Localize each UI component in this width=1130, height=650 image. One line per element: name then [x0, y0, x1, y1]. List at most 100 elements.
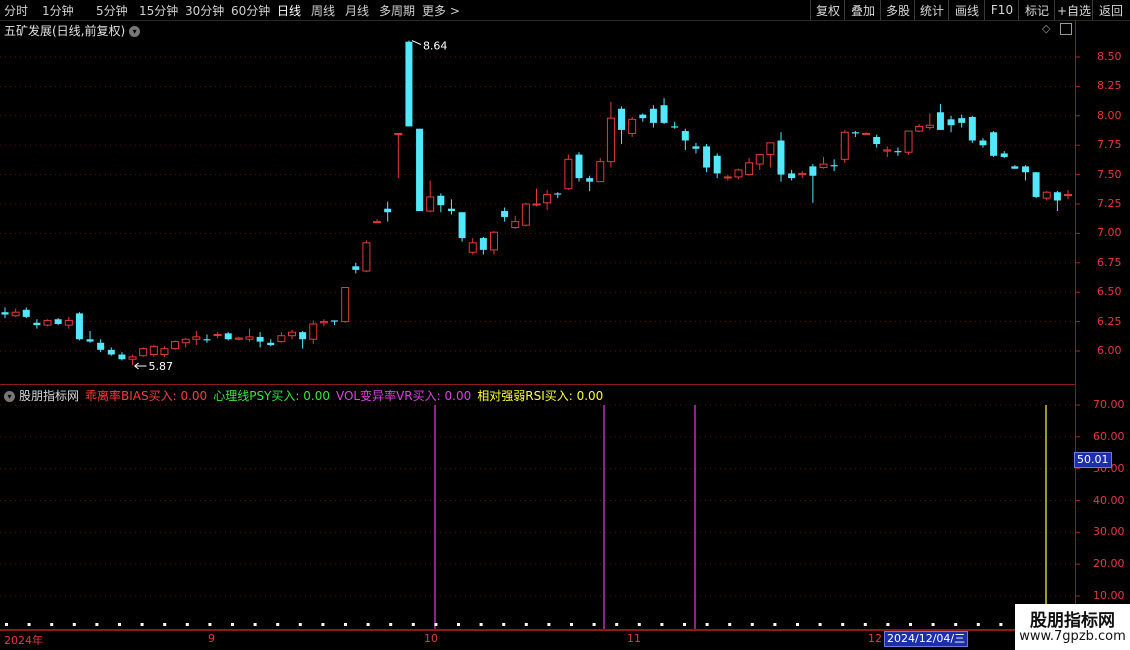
candle-body: [766, 142, 775, 156]
candle-body: [798, 172, 807, 176]
candle-body: [479, 238, 487, 250]
baseline-dot: [976, 623, 980, 626]
baseline-dot: [434, 623, 438, 626]
candle-body: [681, 131, 689, 141]
candle-body: [511, 221, 520, 229]
candle-body: [755, 154, 764, 165]
baseline-dot: [841, 623, 845, 626]
baseline-dot: [140, 623, 144, 626]
baseline-dot: [705, 623, 709, 626]
candle-body: [489, 231, 498, 251]
baseline-dot: [728, 623, 732, 626]
candle-body: [958, 118, 966, 123]
baseline-dot: [208, 623, 212, 626]
candle-body: [904, 130, 913, 153]
candle-body: [979, 140, 987, 146]
candle-body: [830, 165, 838, 167]
candle-body: [118, 354, 126, 360]
candle-body: [692, 146, 700, 149]
candle-body: [352, 266, 360, 270]
baseline-dot: [457, 623, 460, 626]
baseline-dot: [276, 623, 280, 626]
candle-body: [245, 336, 254, 340]
candle-body: [713, 155, 721, 174]
candle-body: [394, 132, 403, 135]
candle-body: [564, 158, 573, 190]
candle-body: [596, 161, 605, 183]
candle-body: [86, 339, 94, 342]
candle-body: [160, 348, 169, 356]
candle-body: [256, 336, 264, 342]
candle-body: [299, 332, 307, 340]
watermark-title: 股朋指标网: [1030, 611, 1115, 631]
candle-body: [1053, 192, 1061, 201]
baseline-dot: [118, 623, 121, 626]
candle-body: [43, 319, 52, 326]
baseline-dot: [231, 623, 234, 626]
candle-body: [373, 221, 382, 224]
candle-body: [192, 336, 201, 340]
candle-body: [554, 193, 562, 195]
candle-body: [1000, 153, 1008, 157]
candle-body: [224, 333, 232, 340]
baseline-dot: [637, 623, 641, 626]
baseline-dot: [185, 623, 189, 626]
candle-body: [925, 124, 934, 129]
candle-body: [1042, 191, 1051, 199]
candle-body: [416, 128, 424, 212]
candle-body: [267, 342, 275, 346]
high-marker-arrow: [411, 40, 422, 45]
candle-body: [64, 319, 73, 326]
candle-body: [777, 140, 785, 175]
candle-body: [149, 345, 158, 356]
candle-body: [586, 178, 594, 182]
baseline-dot: [411, 623, 415, 626]
baseline-dot: [298, 623, 302, 626]
candle-body: [1, 312, 9, 315]
baseline-dot: [909, 623, 912, 626]
candle-body: [181, 338, 190, 344]
candle-body: [543, 194, 552, 204]
baseline-dot: [863, 623, 867, 626]
baseline-dot: [592, 623, 596, 626]
candlestick-chart[interactable]: 8.64 5.87: [0, 0, 1130, 650]
candle-body: [203, 339, 211, 341]
candle-body: [1011, 166, 1019, 169]
candle-body: [33, 322, 41, 326]
candle-body: [288, 331, 297, 337]
baseline-dot: [886, 623, 890, 626]
baseline-dot: [773, 623, 777, 626]
baseline-dot: [479, 623, 483, 626]
baseline-dot: [253, 623, 257, 626]
candle-body: [618, 108, 626, 130]
candle-body: [213, 334, 222, 337]
candle-body: [883, 149, 892, 152]
candle-body: [22, 309, 30, 317]
candle-body: [75, 313, 83, 340]
baseline-dot: [27, 623, 31, 626]
candle-body: [331, 320, 339, 322]
candle-body: [447, 208, 455, 212]
candle-body: [97, 342, 105, 350]
low-marker-label: 5.87: [149, 360, 174, 373]
candle-body: [575, 154, 583, 179]
candle-body: [458, 212, 466, 239]
candle-body: [426, 196, 435, 212]
baseline-dot: [524, 623, 528, 626]
candle-body: [788, 173, 796, 179]
candle-body: [840, 131, 849, 160]
candle-body: [671, 126, 679, 128]
candle-body: [809, 166, 817, 176]
candle-body: [990, 132, 998, 156]
candle-body: [501, 211, 509, 217]
baseline-dot: [570, 623, 573, 626]
candle-body: [703, 146, 711, 168]
candle-body: [309, 323, 318, 340]
baseline-dot: [796, 623, 799, 626]
candle-body: [915, 125, 924, 132]
candle-body: [128, 356, 137, 360]
candle-body: [606, 117, 615, 163]
candle-body: [319, 321, 328, 324]
candle-body: [107, 349, 115, 355]
candle-body: [405, 41, 413, 127]
